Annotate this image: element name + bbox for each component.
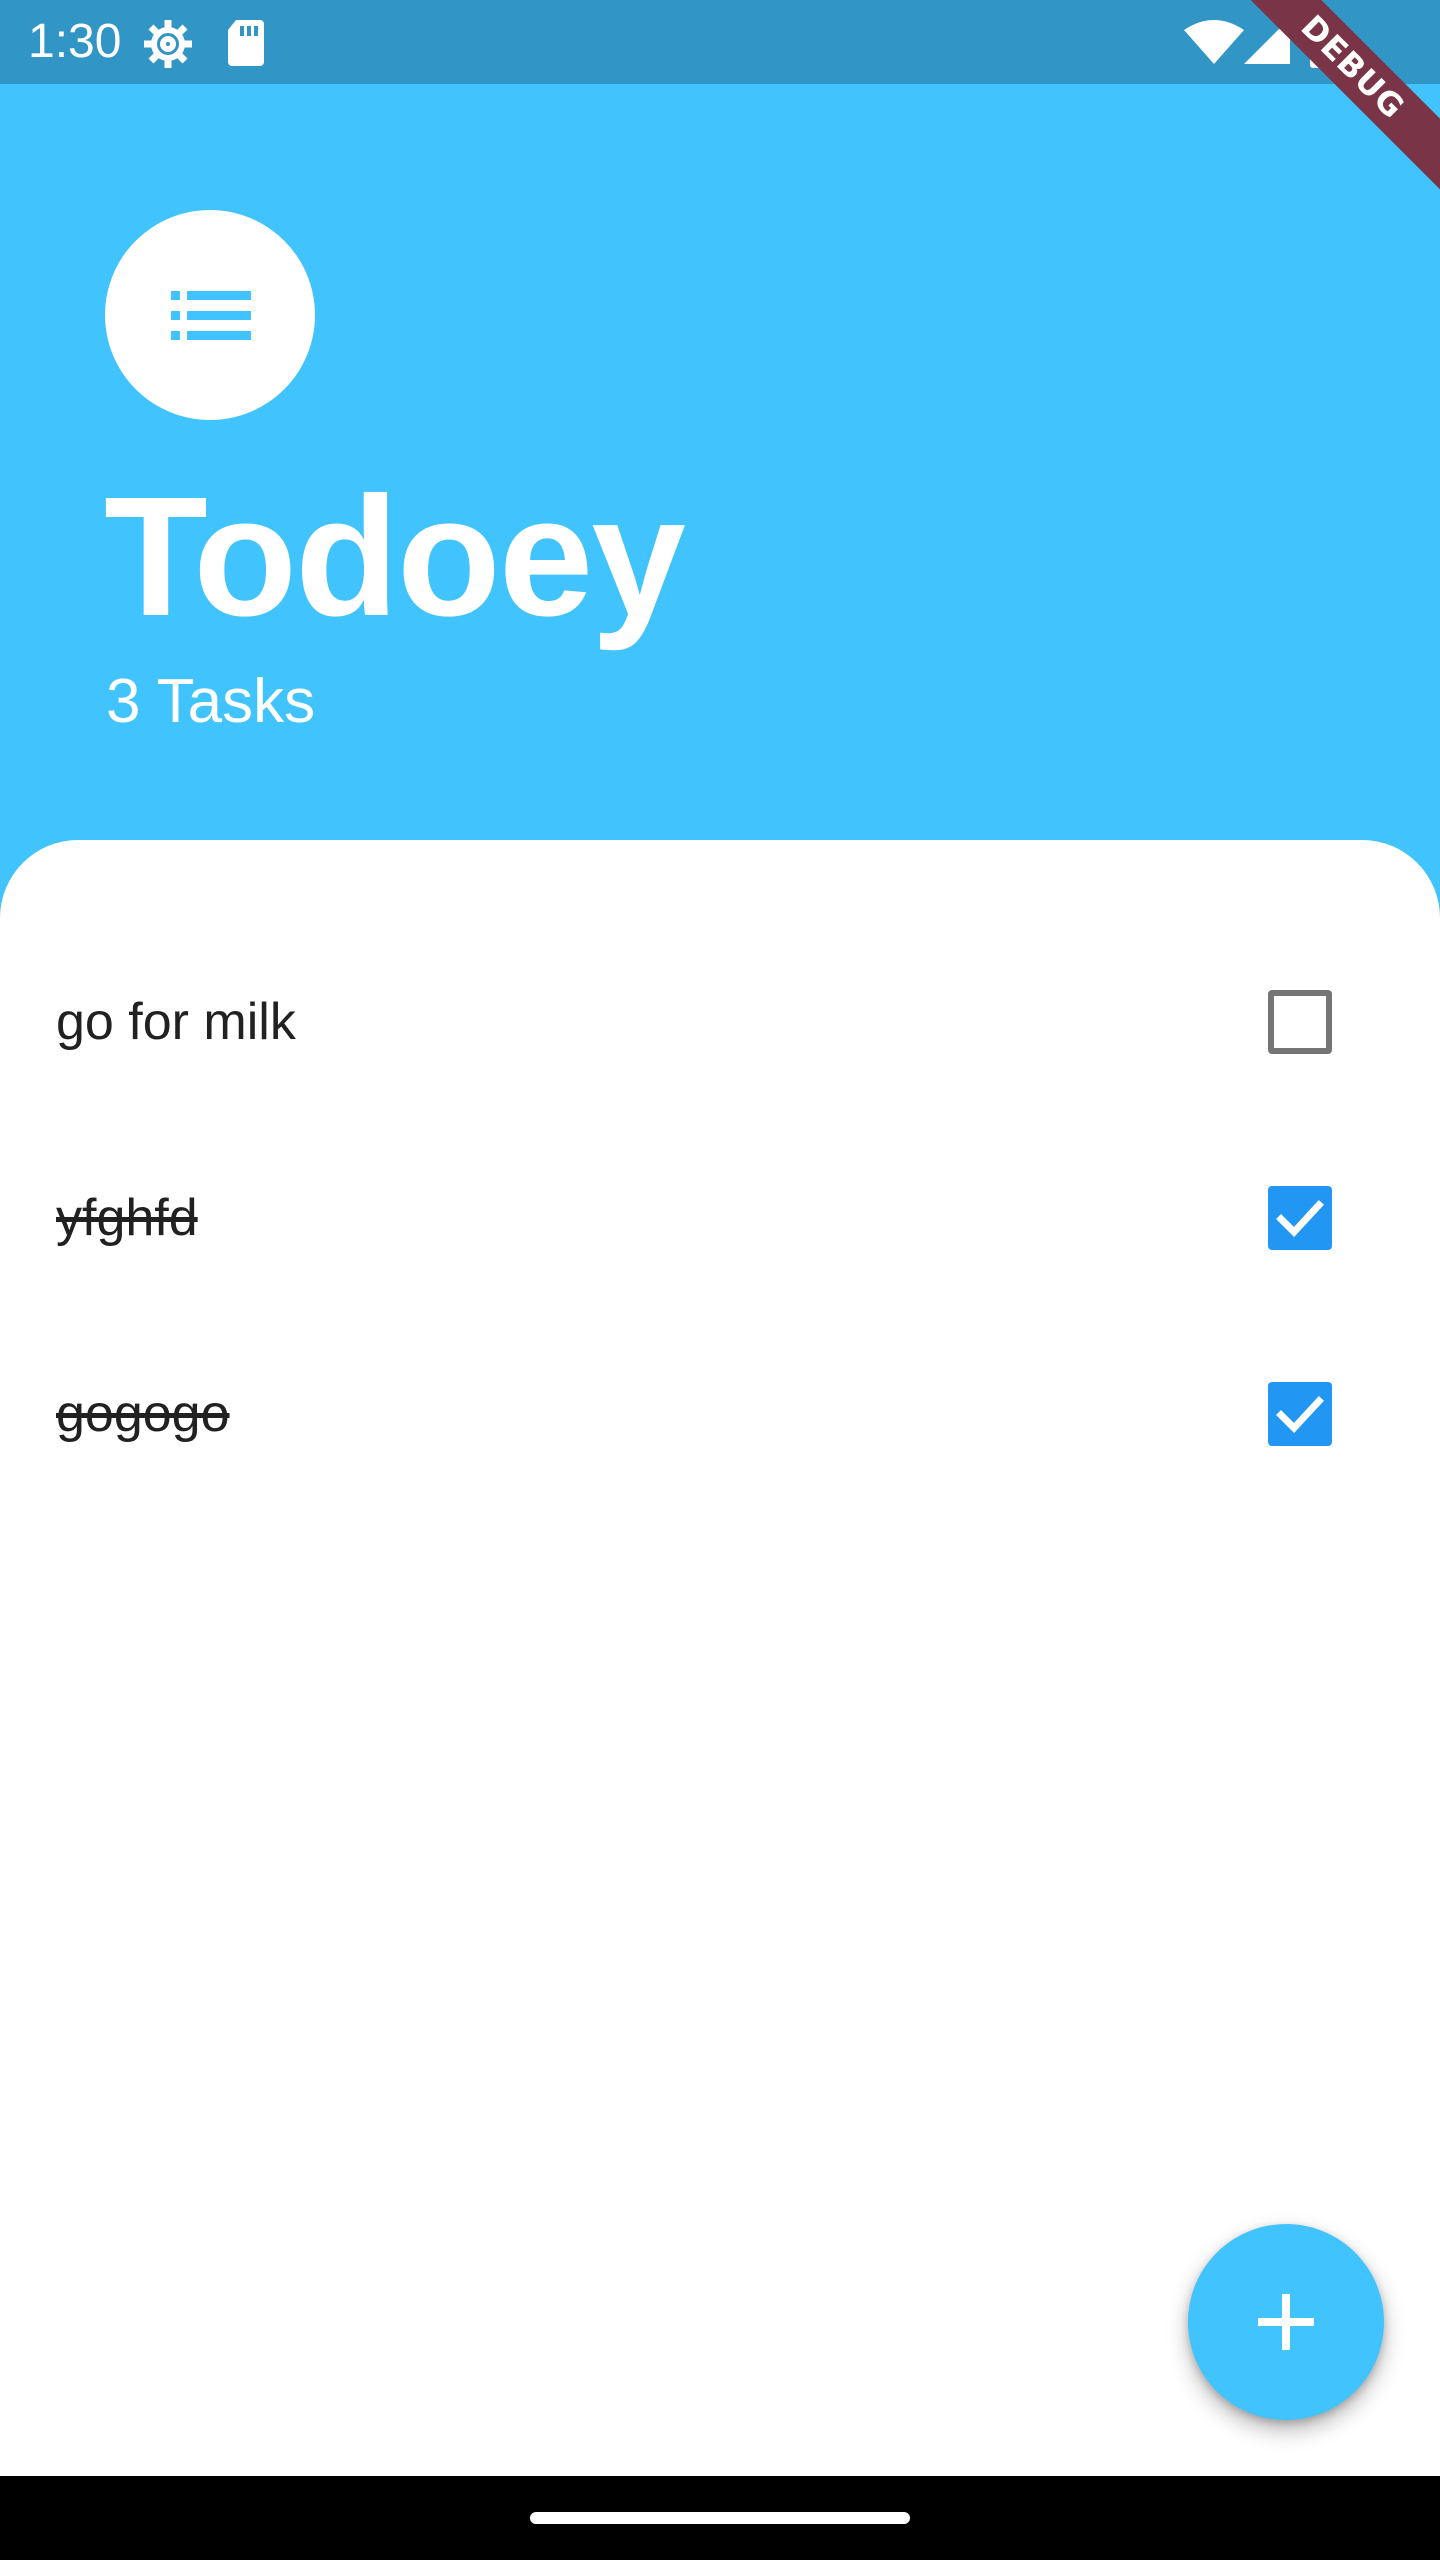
header: Todoey 3 Tasks [0,84,1440,844]
task-list: go for milk yfghfd gogogo [0,840,1440,2476]
status-bar: 1:30 [0,0,1440,84]
task-label: gogogo [56,1385,230,1443]
task-checkbox[interactable] [1268,1382,1332,1446]
sd-card-icon [226,18,266,66]
avatar [105,210,315,420]
settings-gear-icon [140,16,196,72]
task-checkbox[interactable] [1268,1186,1332,1250]
task-row[interactable]: gogogo [0,1316,1440,1512]
task-label: yfghfd [56,1189,198,1247]
plus-icon [1258,2294,1314,2350]
task-label: go for milk [56,993,296,1051]
app-title: Todoey [104,462,686,652]
task-checkbox[interactable] [1268,990,1332,1054]
add-task-button[interactable] [1188,2224,1384,2420]
task-row[interactable]: yfghfd [0,1120,1440,1316]
task-count: 3 Tasks [106,667,316,736]
wifi-icon [1184,20,1244,64]
home-gesture-handle[interactable] [530,2512,910,2524]
checkmark-icon [1276,1200,1324,1238]
checkmark-icon [1276,1396,1324,1434]
list-icon [171,291,251,340]
navigation-bar [0,2476,1440,2560]
status-time: 1:30 [28,15,122,68]
task-row[interactable]: go for milk [0,924,1440,1120]
